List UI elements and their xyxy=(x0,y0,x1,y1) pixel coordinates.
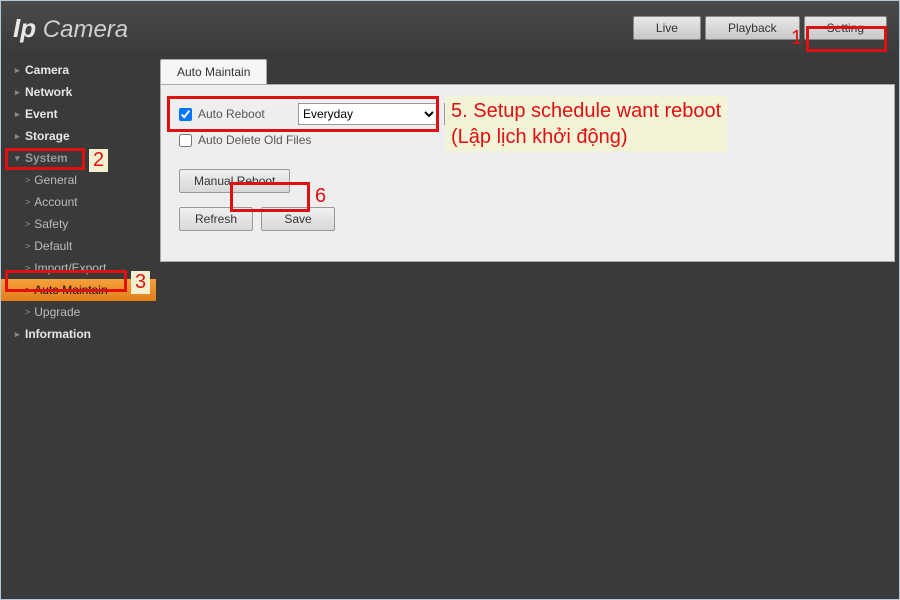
time-group: : xyxy=(444,103,505,125)
sidebar-label: Information xyxy=(25,327,91,341)
caret-right-icon: ▸ xyxy=(15,329,25,340)
sidebar-label: Auto Maintain xyxy=(34,283,107,297)
caret-right-icon: ▸ xyxy=(15,65,25,76)
header-bar: Ip Camera Live Playback Setting xyxy=(1,1,899,55)
sidebar-item-import-export[interactable]: > Import/Export xyxy=(1,257,156,279)
main-panel: Auto Maintain Auto Reboot Everyday : xyxy=(156,55,899,599)
logo-camera: Camera xyxy=(36,16,128,43)
chevron-right-icon: > xyxy=(25,219,30,229)
sidebar-item-system[interactable]: ▾System xyxy=(1,147,156,169)
sidebar-item-default[interactable]: > Default xyxy=(1,235,156,257)
chevron-right-icon: > xyxy=(25,307,30,317)
chevron-right-icon: > xyxy=(25,197,30,207)
sidebar-label: Safety xyxy=(34,217,68,231)
sidebar-label: Import/Export xyxy=(34,261,106,275)
sidebar-item-network[interactable]: ▸Network xyxy=(1,81,156,103)
sidebar-item-general[interactable]: > General xyxy=(1,169,156,191)
caret-down-icon: ▾ xyxy=(15,153,25,164)
app-logo: Ip Camera xyxy=(13,13,128,44)
action-row: Refresh Save xyxy=(179,207,876,231)
app-frame: Ip Camera Live Playback Setting ▸Camera … xyxy=(0,0,900,600)
auto-delete-checkbox[interactable] xyxy=(179,134,192,147)
manual-reboot-button[interactable]: Manual Reboot xyxy=(179,169,290,193)
sidebar-label: Storage xyxy=(25,129,70,143)
chevron-right-icon: > xyxy=(25,241,30,251)
sidebar-label: General xyxy=(34,173,77,187)
sidebar-item-information[interactable]: ▸Information xyxy=(1,323,156,345)
auto-reboot-label: Auto Reboot xyxy=(198,107,298,121)
sidebar-item-upgrade[interactable]: > Upgrade xyxy=(1,301,156,323)
chevron-right-icon: > xyxy=(25,263,30,273)
caret-right-icon: ▸ xyxy=(15,87,25,98)
hour-input[interactable] xyxy=(444,103,470,125)
manual-reboot-row: Manual Reboot xyxy=(179,169,876,193)
caret-right-icon: ▸ xyxy=(15,109,25,120)
sidebar-label: Upgrade xyxy=(34,305,80,319)
schedule-select[interactable]: Everyday xyxy=(298,103,438,125)
sidebar-label: System xyxy=(25,151,68,165)
caret-right-icon: ▸ xyxy=(15,131,25,142)
sidebar-label: Default xyxy=(34,239,72,253)
auto-reboot-row: Auto Reboot Everyday : xyxy=(179,103,876,125)
header-tabs: Live Playback Setting xyxy=(633,16,887,40)
logo-ip: Ip xyxy=(13,13,36,43)
sidebar-item-event[interactable]: ▸Event xyxy=(1,103,156,125)
content-tabbar: Auto Maintain xyxy=(160,59,899,84)
sidebar-item-storage[interactable]: ▸Storage xyxy=(1,125,156,147)
sidebar-item-safety[interactable]: > Safety xyxy=(1,213,156,235)
auto-reboot-checkbox[interactable] xyxy=(179,108,192,121)
sidebar-item-account[interactable]: > Account xyxy=(1,191,156,213)
sidebar-label: Event xyxy=(25,107,58,121)
tab-live[interactable]: Live xyxy=(633,16,701,40)
tab-setting[interactable]: Setting xyxy=(804,16,887,40)
tab-playback[interactable]: Playback xyxy=(705,16,800,40)
auto-delete-row: Auto Delete Old Files xyxy=(179,133,876,147)
tab-auto-maintain[interactable]: Auto Maintain xyxy=(160,59,267,84)
minute-input[interactable] xyxy=(479,103,505,125)
sidebar-item-camera[interactable]: ▸Camera xyxy=(1,59,156,81)
sidebar-label: Camera xyxy=(25,63,69,77)
sidebar: ▸Camera ▸Network ▸Event ▸Storage ▾System… xyxy=(1,55,156,599)
save-button[interactable]: Save xyxy=(261,207,335,231)
body: ▸Camera ▸Network ▸Event ▸Storage ▾System… xyxy=(1,55,899,599)
chevron-right-icon: > xyxy=(25,175,30,185)
sidebar-item-auto-maintain[interactable]: > Auto Maintain xyxy=(1,279,156,301)
time-separator: : xyxy=(473,107,476,121)
refresh-button[interactable]: Refresh xyxy=(179,207,253,231)
sidebar-label: Account xyxy=(34,195,77,209)
auto-maintain-panel: Auto Reboot Everyday : Auto Delete Old F… xyxy=(160,84,895,262)
chevron-right-icon: > xyxy=(25,285,30,295)
auto-delete-label: Auto Delete Old Files xyxy=(198,133,311,147)
sidebar-label: Network xyxy=(25,85,72,99)
